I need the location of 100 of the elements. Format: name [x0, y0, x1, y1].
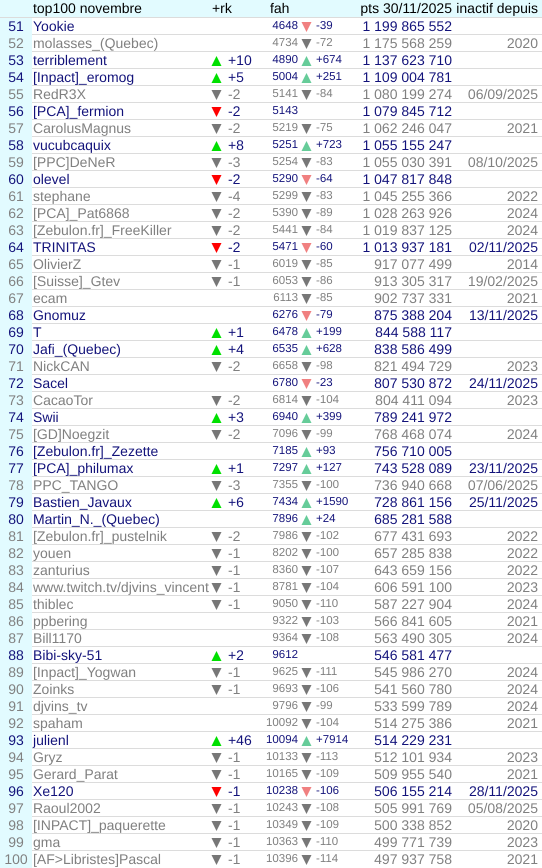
rank-change: -1: [227, 834, 242, 851]
rank-change: -2: [227, 392, 242, 409]
fah-rank: 4648: [271, 19, 298, 34]
fah-rank: 5004: [271, 70, 298, 85]
inactive-since: 2024: [506, 596, 539, 613]
rank-change: -1: [227, 766, 242, 783]
fah-rank: 5219: [271, 121, 298, 136]
fah-rank: 8202: [271, 546, 298, 561]
rank-change: +10: [227, 52, 253, 69]
player-name: NickCAN: [32, 358, 91, 375]
player-name: stephane: [32, 188, 92, 205]
player-name: CarolusMagnus: [32, 120, 132, 137]
rank-cell: 82: [0, 545, 32, 562]
player-name: PPC_TANGO: [32, 477, 120, 494]
player-name: [PPC]DeNeR: [32, 154, 116, 171]
fah-change: +399: [315, 410, 343, 425]
rank-change: +1: [227, 324, 245, 341]
points: 1 047 817 848: [361, 171, 452, 188]
rank-change: -1: [227, 562, 242, 579]
fah-change: -100: [315, 478, 340, 493]
rank-cell: 58: [0, 137, 32, 154]
fah-change: +723: [315, 138, 343, 153]
fah-rank: 4734: [271, 36, 298, 51]
player-name: [Suisse]_Gtev: [32, 273, 122, 290]
fah-rank: 4890: [271, 53, 298, 68]
fah-change: -85: [315, 257, 334, 272]
player-name: [Zebulon.fr]_pustelnik: [32, 528, 168, 545]
rank-change: -3: [227, 477, 242, 494]
player-name: djvins_tv: [32, 698, 88, 715]
player-name: ecam: [32, 290, 68, 307]
fah-rank: 5390: [271, 206, 298, 221]
rank-cell: 52: [0, 35, 32, 52]
points: 643 659 156: [373, 562, 452, 579]
fah-change: -85: [315, 291, 334, 306]
rank-cell: 85: [0, 596, 32, 613]
fah-change: -89: [315, 206, 334, 221]
rank-cell: 76: [0, 443, 32, 460]
fah-change: -83: [315, 189, 334, 204]
inactive-since: 2024: [506, 222, 539, 239]
fah-change: -110: [315, 835, 340, 850]
fah-change: -84: [315, 87, 334, 102]
points: 541 560 780: [373, 681, 452, 698]
rank-change: -1: [227, 681, 242, 698]
player-name: gma: [32, 834, 62, 851]
fah-change: -108: [315, 631, 340, 646]
rank-cell: 68: [0, 307, 32, 324]
fah-change: -110: [315, 597, 340, 612]
points: 821 494 729: [373, 358, 452, 375]
rank-cell: 95: [0, 766, 32, 783]
player-name: [PCA]_Pat6868: [32, 205, 131, 222]
player-name: Xe120: [32, 783, 74, 800]
inactive-since: 08/10/2025: [466, 154, 539, 171]
inactive-since: 02/11/2025: [468, 239, 539, 256]
points: 685 281 588: [373, 511, 452, 528]
rank-change: +3: [227, 409, 245, 426]
player-name: youen: [32, 545, 72, 562]
fah-rank: 10094: [265, 733, 298, 748]
points: 677 431 693: [373, 528, 452, 545]
fah-change: -114: [315, 852, 340, 867]
points: 844 588 117: [374, 324, 452, 341]
fah-rank: 9796: [271, 699, 298, 714]
player-name: Bastien_Javaux: [32, 494, 133, 511]
fah-change: -100: [315, 546, 340, 561]
inactive-since: 13/11/2025: [468, 307, 539, 324]
points: 506 155 214: [373, 783, 452, 800]
points: 563 490 305: [373, 630, 452, 647]
inactive-since: 2024: [506, 681, 539, 698]
points: 657 285 838: [373, 545, 452, 562]
player-name: OlivierZ: [32, 256, 82, 273]
fah-rank: 5254: [271, 155, 298, 170]
rank-cell: 66: [0, 273, 32, 290]
player-name: thiblec: [32, 596, 74, 613]
rank-cell: 92: [0, 715, 32, 732]
fah-change: -102: [315, 529, 340, 544]
fah-rank: 10238: [265, 784, 298, 799]
rank-cell: 75: [0, 426, 32, 443]
rank-change: -2: [227, 103, 242, 120]
player-name: [GD]Noegzit: [32, 426, 110, 443]
player-name: [Zebulon.fr]_Zezette: [32, 443, 160, 460]
inactive-since: 2023: [506, 834, 539, 851]
rank-cell: 90: [0, 681, 32, 698]
points: 1 013 937 181: [361, 239, 452, 256]
fah-rank: 10092: [265, 716, 298, 731]
fah-rank: 5299: [271, 189, 298, 204]
player-name: Yookie: [32, 18, 76, 35]
fah-change: -109: [315, 818, 340, 833]
player-name: zanturius: [32, 562, 91, 579]
rank-cell: 69: [0, 324, 32, 341]
rank-change: -1: [227, 664, 242, 681]
player-name: [Zebulon.fr]_FreeKiller: [32, 222, 173, 239]
player-name: www.twitch.tv/djvins_vincent: [32, 579, 208, 596]
rank-cell: 83: [0, 562, 32, 579]
fah-change: -113: [315, 750, 340, 765]
player-name: Gerard_Parat: [32, 766, 119, 783]
fah-change: -84: [315, 223, 334, 238]
rank-cell: 61: [0, 188, 32, 205]
points: 566 841 605: [373, 613, 452, 630]
player-name: molasses_(Quebec): [32, 35, 160, 52]
player-name: Bibi-sky-51: [32, 647, 104, 664]
fah-rank: 6658: [271, 359, 298, 374]
